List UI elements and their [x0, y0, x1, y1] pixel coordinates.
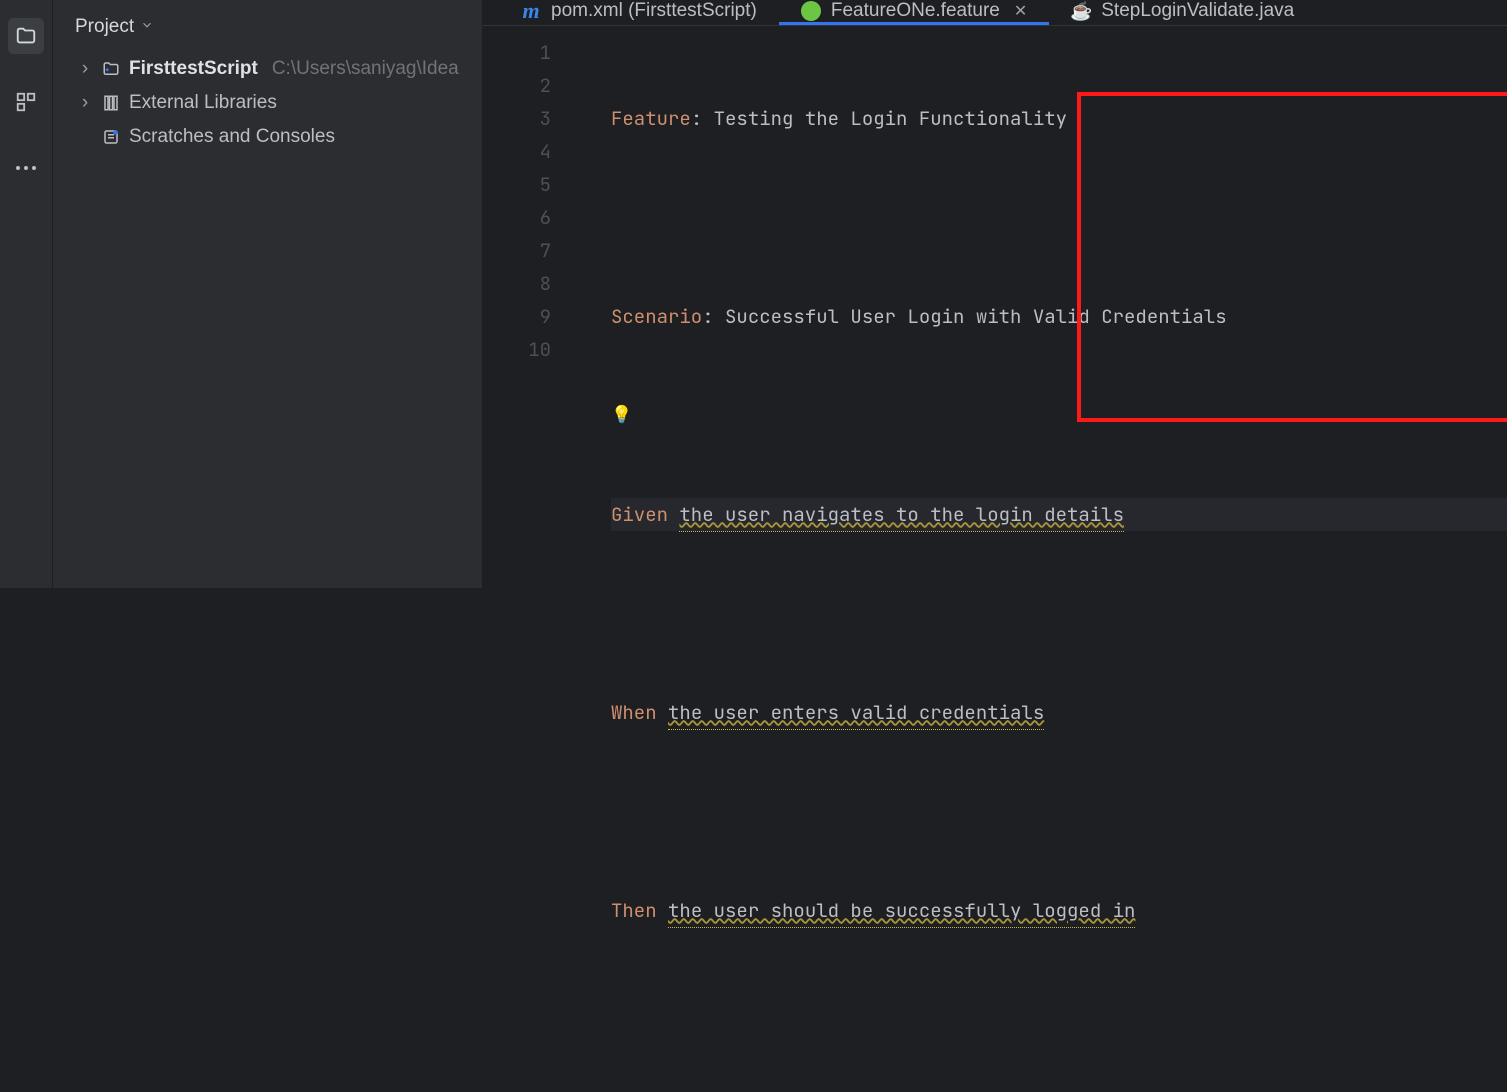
- tab-label: StepLoginValidate.java: [1101, 0, 1294, 22]
- gherkin-keyword: When: [611, 696, 668, 729]
- expand-icon: ›: [77, 92, 93, 114]
- line-number-gutter: 1 2 3 4 5 6 7 8 9 10: [483, 26, 561, 1092]
- editor-area: m pom.xml (FirsttestScript) FeatureONe.f…: [483, 0, 1507, 588]
- line-number: 7: [483, 234, 561, 267]
- gherkin-keyword: Given: [611, 498, 679, 531]
- project-tool-button[interactable]: [8, 18, 44, 54]
- step-text: the user enters valid credentials: [668, 696, 1044, 730]
- structure-tool-button[interactable]: [8, 84, 44, 120]
- scratches-icon: [101, 128, 121, 146]
- maven-icon: m: [521, 1, 541, 21]
- tab-label: pom.xml (FirsttestScript): [551, 0, 757, 22]
- intention-bulb-icon[interactable]: 💡: [611, 399, 632, 432]
- line-number: 10: [483, 333, 561, 366]
- line-number: 3: [483, 102, 561, 135]
- editor-body[interactable]: 1 2 3 4 5 6 7 8 9 10 Feature: Testing th…: [483, 26, 1507, 1092]
- scenario-title: Successful User Login with Valid Credent…: [725, 300, 1227, 333]
- chevron-down-icon: [140, 16, 154, 38]
- tree-item-label: FirsttestScript: [129, 58, 258, 80]
- gherkin-keyword: Scenario: [611, 300, 702, 333]
- project-sidebar: Project › FirsttestScript C:\Users\saniy…: [53, 0, 483, 588]
- library-icon: [101, 94, 121, 112]
- tree-item-project-root[interactable]: › FirsttestScript C:\Users\saniyag\Idea: [63, 52, 482, 86]
- more-tool-button[interactable]: [8, 150, 44, 186]
- java-icon: ☕: [1071, 1, 1091, 21]
- tab-pom-xml[interactable]: m pom.xml (FirsttestScript): [499, 0, 779, 25]
- expand-icon: ›: [77, 58, 93, 80]
- gherkin-keyword: Feature: [611, 102, 691, 135]
- gherkin-keyword: Then: [611, 894, 668, 927]
- tool-window-strip: [0, 0, 53, 588]
- line-number: 4: [483, 135, 561, 168]
- tree-item-path: C:\Users\saniyag\Idea: [272, 58, 459, 80]
- line-number: 1: [483, 36, 561, 69]
- code-content[interactable]: Feature: Testing the Login Functionality…: [591, 26, 1507, 1092]
- tab-feature-one[interactable]: FeatureONe.feature ✕: [779, 0, 1049, 25]
- tree-item-scratches[interactable]: Scratches and Consoles: [63, 120, 482, 154]
- step-text: the user should be successfully logged i…: [668, 894, 1135, 928]
- expand-spacer: [77, 126, 93, 148]
- line-number: 5: [483, 168, 561, 201]
- feature-title: Testing the Login Functionality: [714, 102, 1067, 135]
- project-panel-header[interactable]: Project: [53, 0, 482, 52]
- editor-tab-bar: m pom.xml (FirsttestScript) FeatureONe.f…: [483, 0, 1507, 26]
- run-gutter: [561, 26, 591, 1092]
- line-number: 6: [483, 201, 561, 234]
- tab-step-login[interactable]: ☕ StepLoginValidate.java: [1049, 0, 1316, 25]
- module-folder-icon: [101, 60, 121, 78]
- tree-item-label: Scratches and Consoles: [129, 126, 335, 148]
- step-text: the user navigates to the login details: [679, 498, 1124, 532]
- cucumber-icon: [801, 1, 821, 21]
- tree-item-external-libraries[interactable]: › External Libraries: [63, 86, 482, 120]
- tree-item-label: External Libraries: [129, 92, 277, 114]
- close-icon[interactable]: ✕: [1014, 1, 1027, 21]
- line-number: 8: [483, 267, 561, 300]
- line-number: 9: [483, 300, 561, 333]
- project-panel-title: Project: [75, 16, 134, 38]
- line-number: 2: [483, 69, 561, 102]
- tab-label: FeatureONe.feature: [831, 0, 1000, 22]
- project-tree: › FirsttestScript C:\Users\saniyag\Idea …: [53, 52, 482, 154]
